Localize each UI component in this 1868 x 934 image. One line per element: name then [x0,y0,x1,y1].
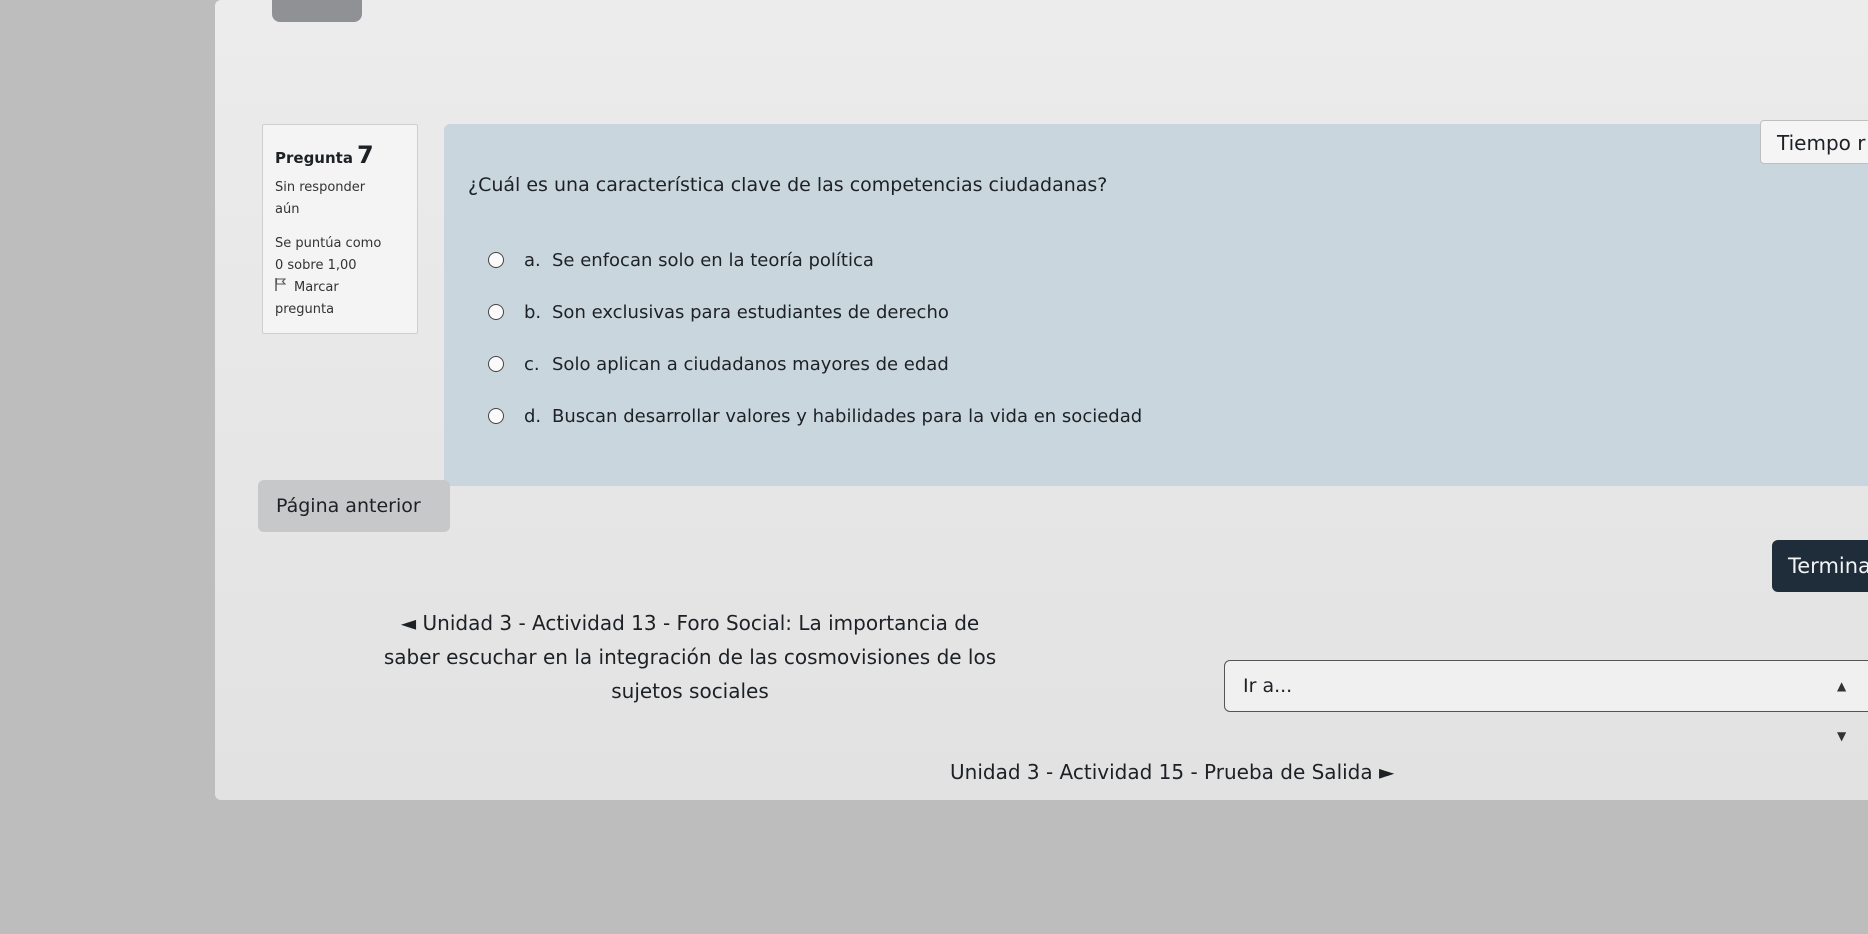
option-b[interactable]: b. Son exclusivas para estudiantes de de… [488,286,1142,338]
finish-attempt-button[interactable]: Termina [1772,540,1868,592]
option-c[interactable]: c. Solo aplican a ciudadanos mayores de … [488,338,1142,390]
timer-box: Tiempo r [1760,120,1868,164]
radio-a[interactable] [488,252,504,268]
arrow-left-icon: ◄ [400,611,417,635]
next-activity-link[interactable]: Unidad 3 - Actividad 15 - Prueba de Sali… [950,760,1394,784]
question-info-box: Pregunta 7 Sin responder aún Se puntúa co… [262,124,418,334]
question-number: Pregunta 7 [275,141,374,169]
radio-d[interactable] [488,408,504,424]
previous-page-button[interactable]: Página anterior [258,480,450,532]
jump-to-select[interactable]: Ir a... ▲ ▼ [1224,660,1868,743]
answer-options: a. Se enfocan solo en la teoría política… [488,234,1142,442]
flag-label-continued: pregunta [275,302,335,317]
radio-c[interactable] [488,356,504,372]
top-tab[interactable] [272,0,362,22]
arrow-right-icon: ► [1379,760,1395,784]
option-a[interactable]: a. Se enfocan solo en la teoría política [488,234,1142,286]
option-d[interactable]: d. Buscan desarrollar valores y habilida… [488,390,1142,442]
question-text: ¿Cuál es una característica clave de las… [468,174,1108,196]
radio-b[interactable] [488,304,504,320]
question-status: Sin responder aún Se puntúa como 0 sobre… [275,180,382,273]
question-box: ¿Cuál es una característica clave de las… [444,124,1868,486]
select-arrows-icon: ▲ ▼ [1837,679,1847,743]
flag-icon [275,277,287,299]
flag-question-link[interactable]: Marcar [275,277,417,299]
previous-activity-link[interactable]: ◄ Unidad 3 - Actividad 13 - Foro Social:… [380,606,1000,708]
